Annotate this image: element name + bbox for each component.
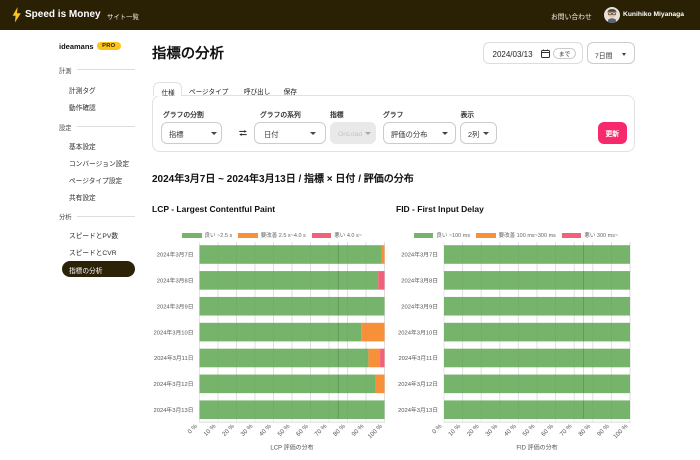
- svg-text:50 %: 50 %: [521, 423, 536, 438]
- svg-text:LCP 評価の分布: LCP 評価の分布: [270, 444, 313, 452]
- svg-text:60 %: 60 %: [295, 423, 310, 438]
- svg-text:20 %: 20 %: [466, 423, 481, 438]
- svg-text:2024年3月11日: 2024年3月11日: [398, 354, 438, 362]
- svg-text:80 %: 80 %: [577, 423, 592, 438]
- svg-text:80 %: 80 %: [332, 423, 347, 438]
- svg-text:2024年3月10日: 2024年3月10日: [398, 328, 438, 336]
- svg-text:2024年3月9日: 2024年3月9日: [401, 302, 438, 310]
- svg-text:60 %: 60 %: [540, 423, 555, 438]
- svg-text:40 %: 40 %: [258, 423, 273, 438]
- svg-text:50 %: 50 %: [276, 423, 291, 438]
- svg-text:30 %: 30 %: [484, 423, 499, 438]
- svg-text:40 %: 40 %: [503, 423, 518, 438]
- svg-text:2024年3月9日: 2024年3月9日: [157, 302, 194, 310]
- svg-text:30 %: 30 %: [239, 423, 254, 438]
- svg-text:100 %: 100 %: [612, 423, 630, 441]
- svg-text:70 %: 70 %: [313, 423, 328, 438]
- svg-text:2024年3月13日: 2024年3月13日: [398, 406, 438, 414]
- svg-text:2024年3月11日: 2024年3月11日: [154, 354, 194, 362]
- svg-text:2024年3月10日: 2024年3月10日: [154, 328, 194, 336]
- svg-text:90 %: 90 %: [596, 423, 611, 438]
- svg-text:100 %: 100 %: [367, 423, 385, 441]
- svg-text:2024年3月7日: 2024年3月7日: [401, 251, 438, 259]
- svg-text:2024年3月13日: 2024年3月13日: [154, 406, 194, 414]
- svg-text:90 %: 90 %: [350, 423, 365, 438]
- svg-text:10 %: 10 %: [202, 423, 217, 438]
- svg-text:2024年3月12日: 2024年3月12日: [398, 380, 438, 388]
- svg-text:70 %: 70 %: [559, 423, 574, 438]
- svg-text:2024年3月12日: 2024年3月12日: [154, 380, 194, 388]
- svg-text:20 %: 20 %: [221, 423, 236, 438]
- svg-text:0 %: 0 %: [431, 423, 444, 436]
- svg-text:2024年3月8日: 2024年3月8日: [401, 277, 438, 285]
- svg-text:0 %: 0 %: [186, 423, 199, 436]
- svg-text:2024年3月8日: 2024年3月8日: [157, 277, 194, 285]
- svg-text:2024年3月7日: 2024年3月7日: [157, 251, 194, 259]
- svg-text:10 %: 10 %: [447, 423, 462, 438]
- svg-text:FID 評価の分布: FID 評価の分布: [516, 444, 557, 452]
